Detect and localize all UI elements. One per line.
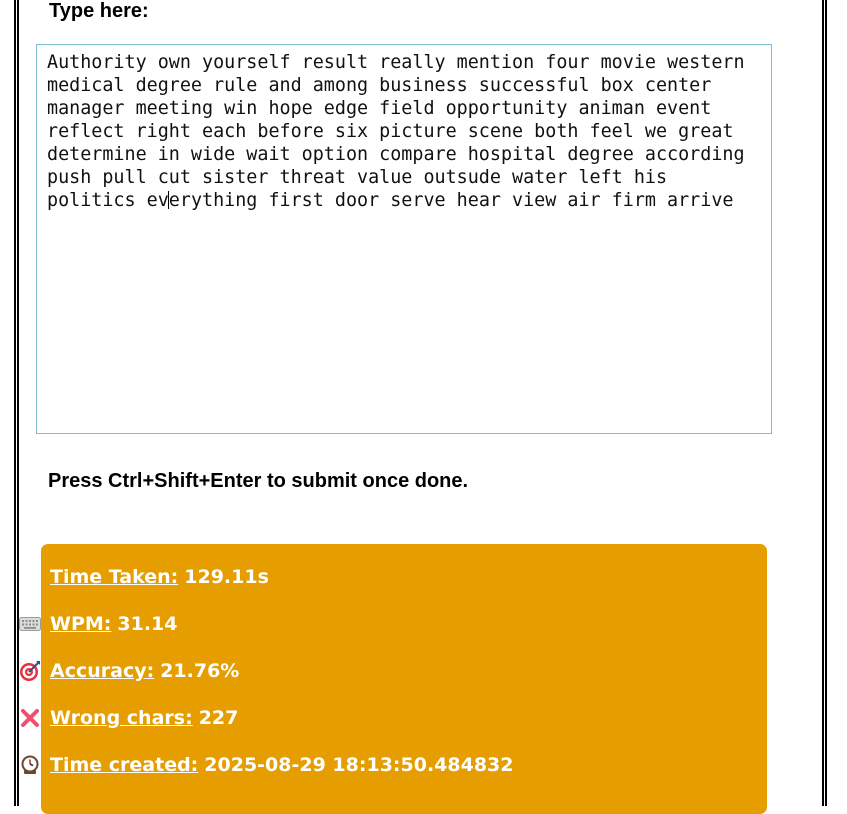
wpm-value: 31.14 (117, 613, 178, 635)
time-created-stat: Time created: 2025-08-29 18:13:50.484832 (18, 754, 514, 776)
submit-hint: Press Ctrl+Shift+Enter to submit once do… (48, 470, 469, 492)
typed-text-before-caret: Authority own yourself result really men… (47, 52, 745, 211)
time-taken-value: 129.11s (184, 566, 269, 588)
wpm-label: WPM: (50, 613, 112, 635)
wrong-chars-label: Wrong chars: (50, 707, 193, 729)
wrong-chars-value: 227 (198, 707, 239, 729)
typing-textarea[interactable]: Authority own yourself result really men… (36, 44, 772, 434)
accuracy-value: 21.76% (160, 660, 240, 682)
time-created-value: 2025-08-29 18:13:50.484832 (204, 754, 514, 776)
accuracy-label: Accuracy: (50, 660, 155, 682)
target-icon (18, 660, 42, 682)
wrong-chars-stat: Wrong chars: 227 (18, 707, 238, 729)
cross-mark-icon (18, 707, 42, 729)
clock-icon (18, 754, 42, 776)
time-taken-stat: Time Taken: 129.11s (18, 566, 269, 588)
type-here-label: Type here: (49, 0, 149, 22)
time-taken-label: Time Taken: (50, 566, 179, 588)
keyboard-icon (18, 613, 42, 635)
stopwatch-icon (18, 566, 42, 588)
accuracy-stat: Accuracy: 21.76% (18, 660, 239, 682)
time-created-label: Time created: (50, 754, 199, 776)
typed-text-after-caret: erything first door serve hear view air … (168, 190, 734, 211)
wpm-stat: WPM: 31.14 (18, 613, 178, 635)
